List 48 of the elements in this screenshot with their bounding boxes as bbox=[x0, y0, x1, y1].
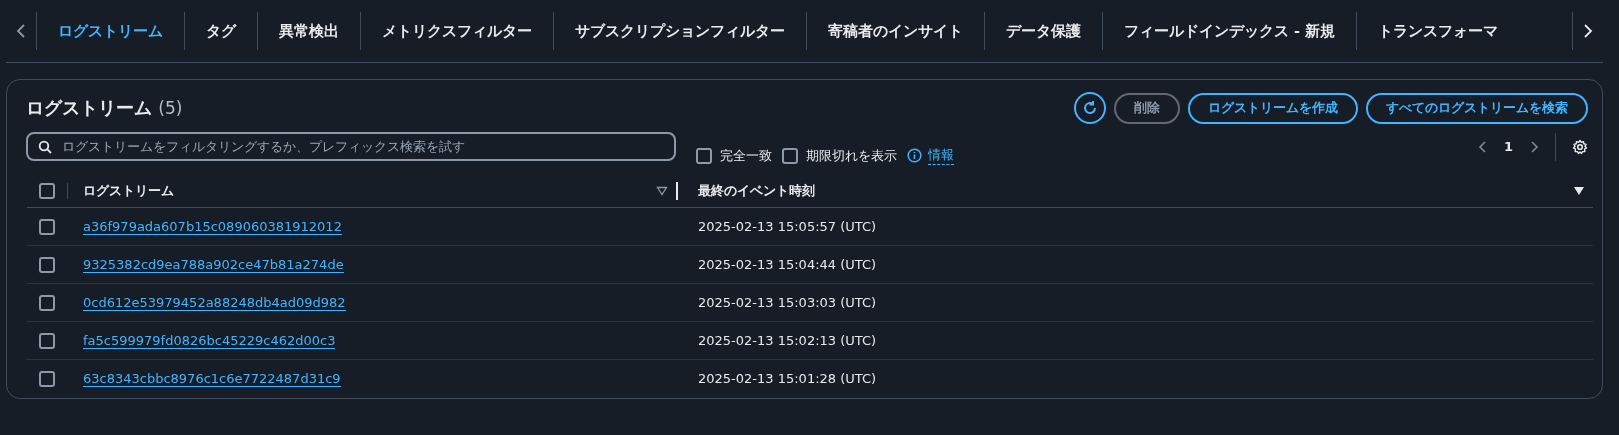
row-checkbox[interactable] bbox=[39, 332, 55, 349]
checkbox[interactable] bbox=[782, 147, 798, 164]
refresh-button[interactable] bbox=[1074, 92, 1106, 124]
info-icon bbox=[907, 148, 922, 163]
select-all-checkbox[interactable] bbox=[39, 183, 55, 199]
previous-page-icon[interactable] bbox=[1477, 139, 1488, 154]
tab[interactable]: データ保護 bbox=[984, 12, 1102, 50]
item-count: (5) bbox=[158, 98, 183, 118]
column-header[interactable]: ログストリーム bbox=[83, 182, 174, 200]
log-stream-link[interactable]: a36f979ada607b15c089060381912012 bbox=[83, 218, 342, 235]
action-button[interactable]: ログストリームを作成 bbox=[1188, 92, 1358, 124]
table-cell: 2025-02-13 15:02:13 (UTC) bbox=[698, 333, 877, 348]
tab[interactable]: フィールドインデックス - 新規 bbox=[1102, 12, 1357, 50]
search-icon bbox=[38, 140, 52, 154]
checkbox-label: 期限切れを表示 bbox=[806, 146, 897, 165]
row-checkbox[interactable] bbox=[39, 218, 55, 235]
chevron-right-icon[interactable] bbox=[1583, 23, 1593, 39]
action-button[interactable]: すべてのログストリームを検索 bbox=[1366, 92, 1588, 124]
refresh-icon bbox=[1081, 99, 1099, 117]
log-stream-link[interactable]: fa5c599979fd0826bc45229c462d00c3 bbox=[83, 332, 336, 349]
log-stream-link[interactable]: 63c8343cbbc8976c1c6e7722487d31c9 bbox=[83, 370, 341, 387]
settings-icon[interactable] bbox=[1572, 138, 1588, 155]
sort-icon[interactable] bbox=[1573, 186, 1585, 196]
table-cell: 2025-02-13 15:05:57 (UTC) bbox=[698, 219, 877, 234]
tab[interactable]: タグ bbox=[184, 12, 257, 50]
panel-title: ログストリーム bbox=[26, 97, 152, 118]
tab[interactable]: サブスクリプションフィルター bbox=[553, 12, 806, 50]
column-header[interactable]: 最終のイベント時刻 bbox=[698, 182, 815, 200]
chevron-left-icon[interactable] bbox=[16, 23, 26, 39]
row-checkbox[interactable] bbox=[39, 256, 55, 273]
log-stream-link[interactable]: 9325382cd9ea788a902ce47b81a274de bbox=[83, 256, 344, 273]
search-field[interactable]: ログストリームをフィルタリングするか、プレフィックス検索を試す bbox=[26, 132, 676, 161]
tab[interactable]: 寄稿者のインサイト bbox=[806, 12, 984, 50]
log-stream-link[interactable]: 0cd612e53979452a88248db4ad09d982 bbox=[83, 294, 346, 311]
tab[interactable]: トランスフォーマ bbox=[1356, 12, 1520, 50]
table-cell: 2025-02-13 15:04:44 (UTC) bbox=[698, 257, 877, 272]
row-checkbox[interactable] bbox=[39, 370, 55, 387]
page-number[interactable]: 1 bbox=[1503, 139, 1513, 154]
next-page-icon[interactable] bbox=[1529, 139, 1539, 154]
sort-icon[interactable] bbox=[656, 186, 668, 196]
row-checkbox[interactable] bbox=[39, 294, 55, 311]
table-cell: 2025-02-13 15:03:03 (UTC) bbox=[698, 295, 877, 310]
tab[interactable]: 異常検出 bbox=[257, 12, 360, 50]
checkbox-label: 完全一致 bbox=[720, 146, 772, 165]
tab[interactable]: メトリクスフィルター bbox=[360, 12, 553, 50]
table-cell: 2025-02-13 15:01:28 (UTC) bbox=[698, 371, 877, 386]
info-link[interactable]: 情報 bbox=[928, 146, 954, 165]
checkbox[interactable] bbox=[696, 147, 712, 164]
